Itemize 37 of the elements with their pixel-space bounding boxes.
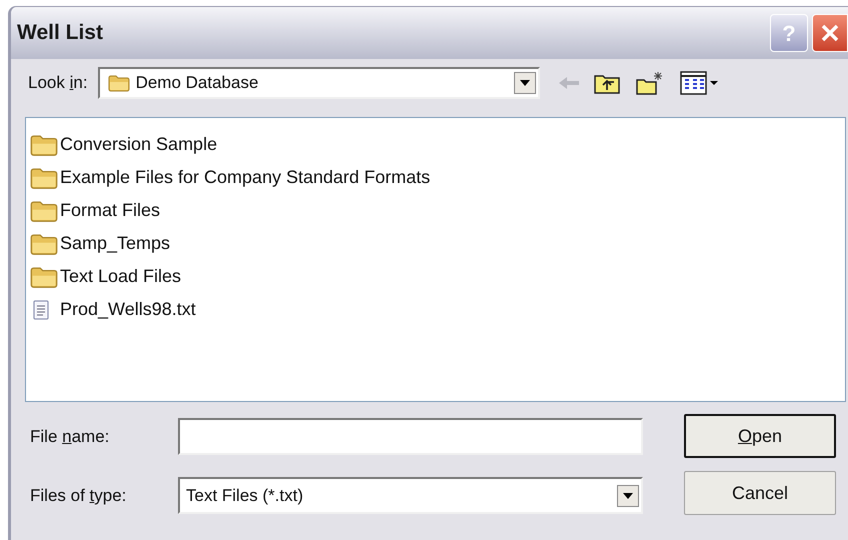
folder-icon [30, 198, 58, 222]
folder-item[interactable]: Samp_Temps [30, 227, 845, 260]
item-name: Conversion Sample [60, 133, 218, 156]
folder-item[interactable]: Conversion Sample [30, 128, 845, 161]
folder-icon [30, 166, 58, 190]
file-type-value: Text Files (*.txt) [186, 484, 304, 507]
view-menu-icon[interactable] [680, 71, 720, 95]
close-icon [820, 23, 840, 43]
folder-icon [30, 264, 58, 288]
window-title: Well List [17, 20, 104, 46]
caret-icon [623, 492, 633, 498]
file-name-label: File name: [30, 426, 110, 448]
dropdown-button[interactable] [617, 484, 639, 506]
look-in-dropdown[interactable]: Demo Database [98, 67, 540, 99]
item-name: Prod_Wells98.txt [60, 298, 196, 321]
dropdown-button[interactable] [514, 72, 536, 94]
look-in-value: Demo Database [136, 72, 260, 94]
folder-item[interactable]: Text Load Files [30, 260, 845, 293]
file-type-label: Files of type: [30, 484, 128, 507]
look-in-label: Look in: [28, 72, 88, 94]
folder-item[interactable]: Example Files for Company Standard Formats [30, 161, 845, 194]
caret-icon [520, 80, 530, 86]
item-name: Text Load Files [60, 265, 182, 288]
folder-item[interactable]: Format Files [30, 194, 845, 227]
cancel-button[interactable]: Cancel [684, 471, 836, 515]
file-name-field[interactable] [178, 418, 643, 455]
folder-icon [108, 74, 130, 92]
item-name: Format Files [60, 199, 160, 222]
folder-icon [30, 232, 58, 256]
item-name: Example Files for Company Standard Formats [60, 166, 430, 189]
new-folder-icon[interactable] [636, 71, 664, 95]
folder-icon [30, 132, 58, 156]
close-button[interactable] [812, 14, 848, 52]
item-name: Samp_Temps [60, 232, 170, 255]
file-item[interactable]: Prod_Wells98.txt [30, 293, 845, 326]
open-button[interactable]: Open [684, 414, 836, 458]
file-type-dropdown[interactable]: Text Files (*.txt) [178, 477, 643, 514]
